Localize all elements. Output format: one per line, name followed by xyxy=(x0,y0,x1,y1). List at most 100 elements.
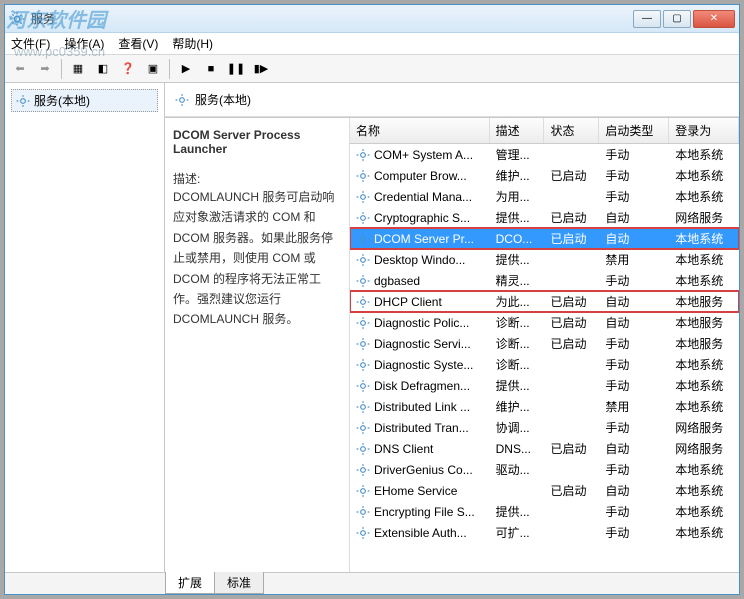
gear-icon xyxy=(356,253,370,267)
stop-button[interactable]: ■ xyxy=(200,58,222,80)
service-logon: 本地服务 xyxy=(669,312,739,333)
menu-action[interactable]: 操作(A) xyxy=(64,35,104,52)
service-row[interactable]: Diagnostic Polic...诊断...已启动自动本地服务 xyxy=(350,312,739,333)
menu-file[interactable]: 文件(F) xyxy=(11,35,50,52)
bottom-tabs: 扩展 标准 xyxy=(5,572,739,594)
service-logon: 本地服务 xyxy=(669,333,739,354)
right-header: 服务(本地) xyxy=(165,83,739,117)
service-row[interactable]: Distributed Tran...协调...手动网络服务 xyxy=(350,417,739,438)
menu-help[interactable]: 帮助(H) xyxy=(172,35,213,52)
service-startup: 手动 xyxy=(599,186,669,207)
service-name: Credential Mana... xyxy=(374,190,472,204)
service-row[interactable]: DriverGenius Co...驱动...手动本地系统 xyxy=(350,459,739,480)
tree-root-item[interactable]: 服务(本地) xyxy=(11,89,158,112)
service-desc xyxy=(490,489,545,493)
service-name: Diagnostic Syste... xyxy=(374,358,473,372)
service-name: Distributed Link ... xyxy=(374,400,470,414)
service-logon: 本地系统 xyxy=(669,186,739,207)
service-desc: 管理... xyxy=(490,144,545,165)
col-logon[interactable]: 登录为 xyxy=(669,118,739,143)
service-status xyxy=(544,426,599,430)
service-startup: 自动 xyxy=(599,480,669,501)
service-startup: 自动 xyxy=(599,438,669,459)
gear-icon xyxy=(356,358,370,372)
gear-icon xyxy=(356,400,370,414)
gear-icon xyxy=(356,337,370,351)
col-desc[interactable]: 描述 xyxy=(490,118,545,143)
tab-standard[interactable]: 标准 xyxy=(214,572,264,594)
service-startup: 手动 xyxy=(599,375,669,396)
service-name: Diagnostic Polic... xyxy=(374,316,469,330)
gear-icon xyxy=(356,190,370,204)
tree-pane: 服务(本地) xyxy=(5,83,165,572)
service-startup: 手动 xyxy=(599,522,669,543)
service-row[interactable]: Disk Defragmen...提供...手动本地系统 xyxy=(350,375,739,396)
col-name[interactable]: 名称 xyxy=(350,118,490,143)
service-logon: 本地系统 xyxy=(669,375,739,396)
service-row[interactable]: Encrypting File S...提供...手动本地系统 xyxy=(350,501,739,522)
service-name: DCOM Server Pr... xyxy=(374,232,474,246)
service-logon: 本地系统 xyxy=(669,480,739,501)
restart-button[interactable]: ▮▶ xyxy=(250,58,272,80)
service-desc: DCO... xyxy=(490,230,545,248)
service-row[interactable]: DNS ClientDNS...已启动自动网络服务 xyxy=(350,438,739,459)
toolbar-btn-1[interactable]: ▦ xyxy=(67,58,89,80)
service-status: 已启动 xyxy=(544,165,599,186)
service-row[interactable]: DHCP Client为此...已启动自动本地服务 xyxy=(350,291,739,312)
service-status xyxy=(544,405,599,409)
service-name: Distributed Tran... xyxy=(374,421,469,435)
service-row[interactable]: Diagnostic Syste...诊断...手动本地系统 xyxy=(350,354,739,375)
service-row[interactable]: Computer Brow...维护...已启动手动本地系统 xyxy=(350,165,739,186)
gear-icon xyxy=(356,421,370,435)
service-logon: 本地系统 xyxy=(669,354,739,375)
service-row[interactable]: Credential Mana...为用...手动本地系统 xyxy=(350,186,739,207)
service-row[interactable]: Distributed Link ... 维护... 禁用本地系统 xyxy=(350,396,739,417)
service-startup: 禁用 xyxy=(599,396,669,417)
service-startup: 手动 xyxy=(599,354,669,375)
service-desc: 为此... xyxy=(490,291,545,312)
col-startup[interactable]: 启动类型 xyxy=(599,118,669,143)
service-status: 已启动 xyxy=(544,480,599,501)
play-button[interactable]: ▶ xyxy=(175,58,197,80)
service-row[interactable]: COM+ System A...管理...手动本地系统 xyxy=(350,144,739,165)
service-row[interactable]: Desktop Windo...提供...禁用本地系统 xyxy=(350,249,739,270)
service-logon: 本地系统 xyxy=(669,396,739,417)
toolbar-btn-4[interactable]: ▣ xyxy=(142,58,164,80)
title-bar: 服务 — ▢ ✕ xyxy=(5,5,739,33)
service-logon: 本地系统 xyxy=(669,459,739,480)
menu-bar: 文件(F) 操作(A) 查看(V) 帮助(H) xyxy=(5,33,739,55)
service-row[interactable]: DCOM Server Pr...DCO...已启动自动本地系统 xyxy=(350,228,739,249)
service-desc: 诊断... xyxy=(490,312,545,333)
toolbar-btn-3[interactable]: ❓ xyxy=(117,58,139,80)
close-button[interactable]: ✕ xyxy=(693,10,735,28)
service-startup: 自动 xyxy=(599,312,669,333)
service-desc: 提供... xyxy=(490,249,545,270)
pause-button[interactable]: ❚❚ xyxy=(225,58,247,80)
service-row[interactable]: Diagnostic Servi...诊断...已启动手动本地服务 xyxy=(350,333,739,354)
service-name: Extensible Auth... xyxy=(374,526,467,540)
gear-icon xyxy=(356,526,370,540)
service-name: Cryptographic S... xyxy=(374,211,470,225)
service-desc: 维护... xyxy=(490,396,545,417)
forward-button: ➡ xyxy=(34,58,56,80)
services-list[interactable]: 名称 描述 状态 启动类型 登录为 COM+ System A...管理...手… xyxy=(350,118,739,572)
service-row[interactable]: Extensible Auth...可扩...手动本地系统 xyxy=(350,522,739,543)
minimize-button[interactable]: — xyxy=(633,10,661,28)
service-row[interactable]: Cryptographic S...提供...已启动自动网络服务 xyxy=(350,207,739,228)
col-status[interactable]: 状态 xyxy=(544,118,599,143)
service-status xyxy=(544,363,599,367)
detail-pane: DCOM Server Process Launcher 描述: DCOMLAU… xyxy=(165,118,350,572)
maximize-button[interactable]: ▢ xyxy=(663,10,691,28)
tab-extended[interactable]: 扩展 xyxy=(165,572,215,594)
service-row[interactable]: EHome Service已启动自动本地系统 xyxy=(350,480,739,501)
service-desc: 驱动... xyxy=(490,459,545,480)
toolbar-btn-2[interactable]: ◧ xyxy=(92,58,114,80)
service-startup: 手动 xyxy=(599,459,669,480)
right-header-label: 服务(本地) xyxy=(195,91,251,108)
main-window: 服务 — ▢ ✕ 文件(F) 操作(A) 查看(V) 帮助(H) ⬅ ➡ ▦ ◧… xyxy=(4,4,740,595)
gear-icon xyxy=(356,274,370,288)
service-status xyxy=(544,384,599,388)
menu-view[interactable]: 查看(V) xyxy=(118,35,158,52)
service-startup: 禁用 xyxy=(599,249,669,270)
service-row[interactable]: dgbased精灵...手动本地系统 xyxy=(350,270,739,291)
